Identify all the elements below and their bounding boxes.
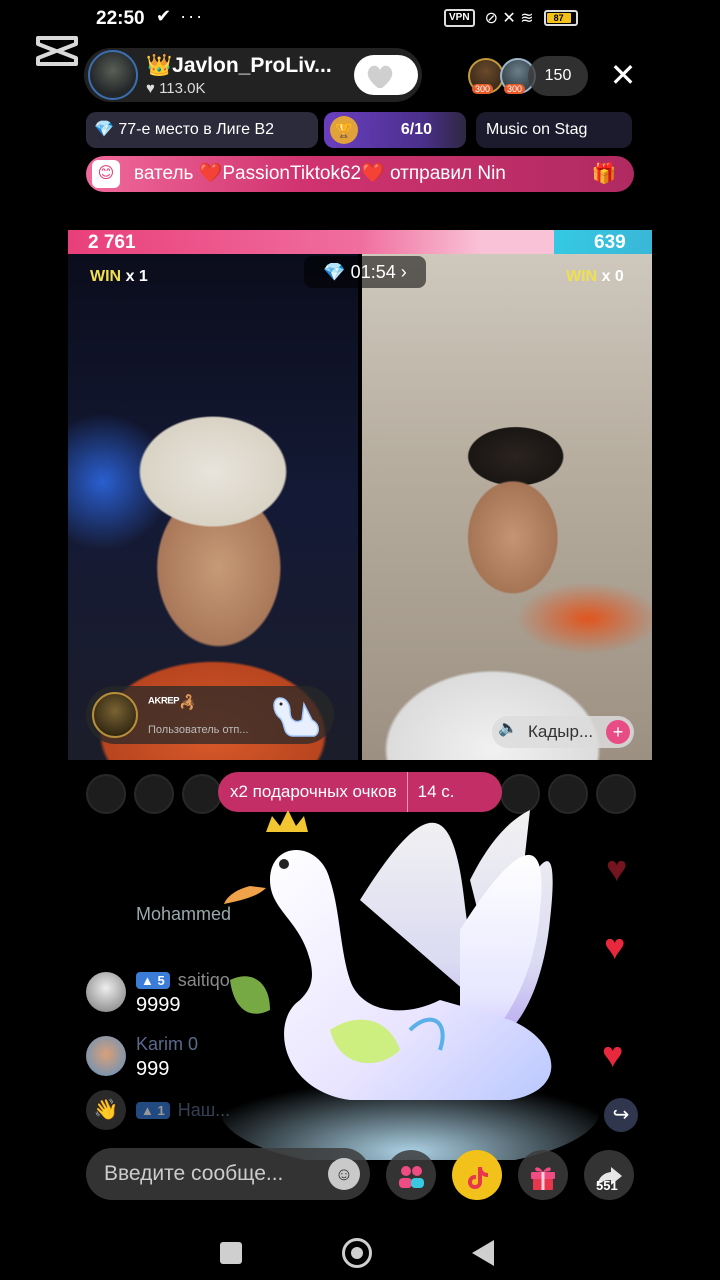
banner-emoji-icon: 😊 [92, 160, 120, 188]
win-left-label: WIN [90, 268, 122, 285]
back-button[interactable] [472, 1240, 494, 1266]
gift-button[interactable] [518, 1150, 568, 1200]
win-right-count: x 0 [601, 268, 624, 285]
capcut-logo-icon [36, 36, 78, 66]
vpn-icon: VPN [444, 9, 475, 27]
battle-score-left: 2 761 [88, 232, 136, 253]
status-notification-icons: ✔ ··· [156, 6, 205, 26]
gift-icon[interactable]: 🎁 [590, 160, 618, 188]
close-icon[interactable]: ✕ [606, 58, 640, 92]
tiktok-note-icon [468, 1167, 488, 1190]
win-streak-left: WIN x 1 [90, 268, 148, 286]
heart-outline-icon: 22 [367, 65, 404, 90]
people-icon [399, 1166, 424, 1189]
swan-gift-icon [273, 697, 319, 737]
gifter-avatar[interactable] [86, 774, 126, 814]
music-on-stage-chip[interactable]: Music on Stag [476, 112, 632, 148]
level-badge: ▲ 1 [136, 1102, 170, 1119]
multi-guest-button[interactable] [386, 1150, 436, 1200]
swan-gift-animation [220, 810, 600, 1160]
emoji-icon[interactable]: ☺ [328, 1158, 360, 1190]
comment-text: 9999 [136, 994, 181, 1016]
top-gifter-avatar[interactable] [92, 692, 138, 738]
battle-score-bar [68, 230, 652, 254]
guest-video-feed[interactable] [362, 254, 652, 760]
comment-avatar[interactable] [86, 1036, 126, 1076]
win-right-label: WIN [566, 268, 598, 285]
follow-badge-count: 22 [390, 76, 404, 90]
level-badge: ▲ 5 [136, 972, 170, 989]
wave-hand-icon: 👋 [86, 1090, 126, 1130]
home-button[interactable] [342, 1238, 372, 1268]
share-count: 551 [596, 1178, 618, 1193]
top-viewer-badge-2: 300 [504, 84, 526, 94]
host-video-feed[interactable] [68, 254, 358, 760]
viewer-count[interactable]: 150 [528, 56, 588, 96]
battle-score-right: 639 [594, 232, 626, 253]
trophy-icon: 🏆 [330, 116, 358, 144]
add-guest-icon[interactable]: + [606, 720, 630, 744]
heart-icon: ♥ [606, 848, 628, 889]
follow-heart-button[interactable]: 22 [354, 55, 418, 95]
speaker-muted-icon: 🔈 [498, 720, 518, 737]
top-viewer-badge-1: 300 [472, 84, 494, 94]
level-badge-value: 5 [157, 973, 165, 988]
top-gifter-name: ᴬᴷᴿᴱᴾ🦂 [148, 694, 197, 710]
heart-icon: ♥ [604, 926, 626, 967]
status-time: 22:50 [96, 8, 145, 29]
heart-icon: ♥ [602, 1034, 624, 1075]
comment-text: 999 [136, 1058, 170, 1080]
battle-timer[interactable]: 💎 01:54 › [304, 256, 426, 288]
gifter-avatar[interactable] [134, 774, 174, 814]
battle-bar-left-fill [68, 230, 554, 254]
battery-level: 87 [546, 13, 571, 23]
battery-icon: 87 [543, 10, 578, 26]
comment-avatar[interactable] [86, 972, 126, 1012]
tiktok-coins-button[interactable] [452, 1150, 502, 1200]
signal-icons: ⊘ ✕ ≋ [484, 10, 534, 27]
win-left-count: x 1 [125, 268, 148, 285]
host-name[interactable]: 👑Javlon_ProLiv... [146, 54, 346, 78]
status-right-icons: VPN ⊘ ✕ ≋ 87 [444, 8, 578, 28]
level-badge-value: 1 [157, 1103, 165, 1118]
host-avatar[interactable] [88, 50, 138, 100]
recent-apps-button[interactable] [220, 1242, 242, 1264]
gift-announcement-banner[interactable]: ватель ❤️PassionTiktok62❤️ отправил Nin [86, 156, 634, 192]
top-gifter-subtitle: Пользователь отп... [148, 724, 249, 736]
share-arrow-icon: ↪ [604, 1098, 638, 1132]
league-rank-chip[interactable]: 💎 77-е место в Лиге B2 [86, 112, 318, 148]
comment-username[interactable]: Karim 0 [136, 1034, 198, 1055]
gift-box-icon [531, 1167, 555, 1191]
host-likes-count: ♥ 113.0K [146, 80, 206, 97]
win-streak-right: WIN x 0 [566, 268, 624, 286]
